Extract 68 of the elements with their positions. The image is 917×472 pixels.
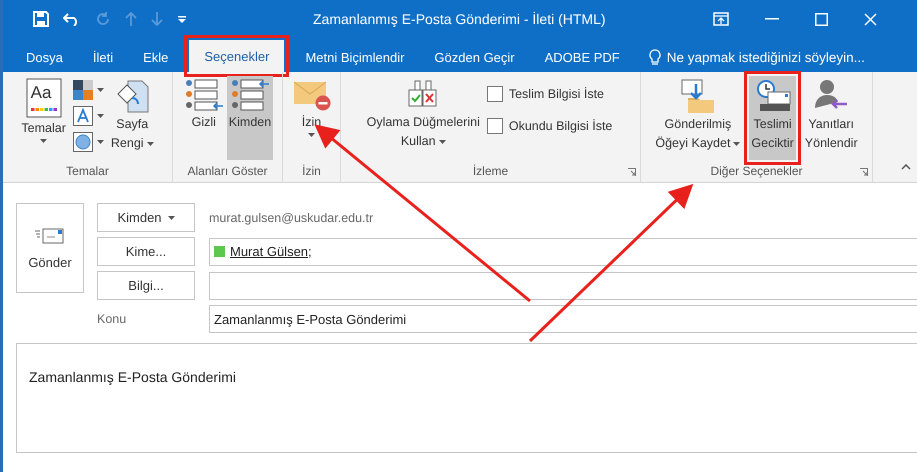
group-label: Diğer Seçenekler xyxy=(710,163,803,180)
ribbon-tab[interactable]: Dosya xyxy=(11,42,78,72)
ribbon-tab[interactable]: Metni Biçimlendir xyxy=(290,42,420,72)
tell-me-field[interactable]: Ne yapmak istediğinizi söyleyin... xyxy=(666,50,865,64)
group-label: İzleme xyxy=(472,163,508,180)
colors-dropdown[interactable] xyxy=(72,80,104,100)
maximize-icon[interactable] xyxy=(815,12,828,26)
ribbon-tab[interactable]: Gözden Geçir xyxy=(419,42,530,72)
customize-menu-icon[interactable] xyxy=(177,14,187,24)
group-label: Temalar xyxy=(66,163,109,180)
group-label: Alanları Göster xyxy=(187,163,268,180)
caret-icon xyxy=(308,133,315,137)
caret-icon xyxy=(146,142,154,146)
caret-icon xyxy=(96,88,104,92)
dialog-launcher-icon[interactable] xyxy=(628,168,636,176)
ribbon-tab[interactable]: ADOBE PDF xyxy=(530,42,635,72)
message-body[interactable]: Zamanlanmış E-Posta Gönderimi xyxy=(16,343,917,453)
ribbon-button[interactable]: Oylama Düğmelerini Kullan xyxy=(364,76,482,160)
ribbon-button[interactable]: Kimden xyxy=(226,76,274,160)
effects-dropdown[interactable] xyxy=(72,132,104,152)
subject-label: Konu xyxy=(97,312,128,326)
checkbox-option[interactable]: Okundu Bilgisi İste xyxy=(486,118,612,134)
ribbon-button[interactable]: Gönderilmiş Öğeyi Kaydet xyxy=(653,76,742,160)
dialog-launcher-icon[interactable] xyxy=(860,168,868,176)
ribbon-tab[interactable]: Ekle xyxy=(128,42,184,72)
caret-icon xyxy=(733,142,740,146)
fonts-dropdown[interactable] xyxy=(72,106,104,126)
ribbon-button[interactable]: Sayfa Rengi xyxy=(108,76,156,160)
caret-icon xyxy=(168,216,175,220)
up-arrow-icon xyxy=(125,12,137,26)
send-button[interactable]: Gönder xyxy=(16,203,84,293)
themes-icon: Aa xyxy=(26,78,62,118)
window-title: Zamanlanmış E-Posta Gönderimi - İleti (HTML) xyxy=(313,11,607,27)
to-button[interactable]: Kime... xyxy=(97,237,195,266)
group-label: İzin xyxy=(302,163,321,180)
cc-field[interactable] xyxy=(209,272,917,300)
to-field[interactable]: Murat Gülsen; xyxy=(209,238,917,266)
caret-icon xyxy=(96,140,104,144)
caret-icon xyxy=(40,139,48,143)
cc-button[interactable]: Bilgi... xyxy=(97,271,195,300)
caret-icon xyxy=(438,140,446,144)
save-icon[interactable] xyxy=(33,11,49,27)
checkbox-option[interactable]: Teslim Bilgisi İste xyxy=(486,86,612,102)
subject-field[interactable]: Zamanlanmış E-Posta Gönderimi xyxy=(209,305,917,333)
fields-list-icon xyxy=(184,78,224,112)
fields-list-icon xyxy=(230,78,270,112)
ribbon-button[interactable]: Aa Temalar xyxy=(19,76,68,160)
collapse-ribbon-icon[interactable] xyxy=(901,164,911,170)
close-icon[interactable] xyxy=(864,12,877,26)
redo-icon xyxy=(95,11,111,27)
ribbon-button[interactable]: Yanıtları Yönlendir xyxy=(802,76,860,160)
ribbon-display-icon[interactable] xyxy=(713,12,729,26)
from-button[interactable]: Kimden xyxy=(97,203,195,232)
minimize-icon[interactable] xyxy=(765,18,779,20)
body-text: Zamanlanmış E-Posta Gönderimi xyxy=(29,369,236,385)
from-address: murat.gulsen@uskudar.edu.tr xyxy=(209,210,374,224)
ribbon-tab[interactable]: Seçenekler xyxy=(189,40,284,72)
lightbulb-icon xyxy=(648,48,661,66)
ribbon-button[interactable]: Gizli xyxy=(182,76,226,160)
caret-icon xyxy=(96,114,104,118)
down-arrow-icon xyxy=(151,12,163,26)
ribbon-tab[interactable]: İleti xyxy=(78,42,128,72)
send-mail-icon xyxy=(35,226,65,244)
ribbon-button[interactable]: Teslimi Geciktir xyxy=(749,76,796,160)
ribbon-button[interactable]: İzin xyxy=(290,76,332,160)
presence-icon xyxy=(214,246,225,257)
save-folder-icon xyxy=(680,78,716,114)
recipient-link[interactable]: Murat Gülsen; xyxy=(230,244,312,259)
